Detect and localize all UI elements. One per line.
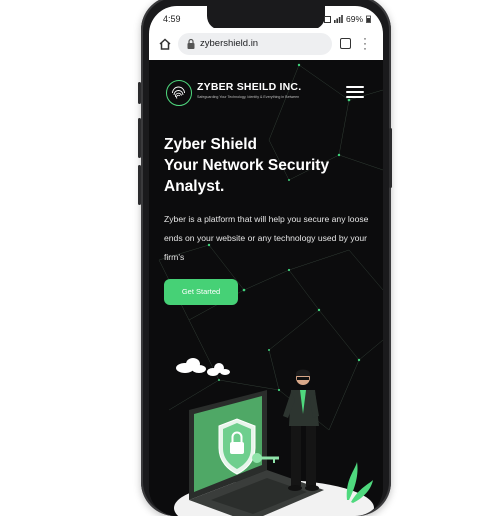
hamburger-menu-icon[interactable] [346,86,364,98]
browser-toolbar: zybershield.in · · · [149,28,383,61]
phone-power-button [389,128,392,188]
battery-level: 69% [345,14,363,24]
website-content: ZYBER SHEILD INC. Safeguarding Your Tech… [149,60,383,516]
phone-side-button [138,165,141,205]
cloud-icon [176,358,230,376]
home-icon[interactable] [158,37,172,51]
status-time: 4:59 [163,14,181,24]
camera-notch [207,6,325,30]
brand-tagline: Safeguarding Your Technology, Identity &… [197,95,300,99]
security-illustration [174,358,374,516]
brand-name: ZYBER SHEILD INC. [197,81,302,93]
hero-title-line: Zyber Shield [164,136,258,153]
hero-title: Zyber Shield Your Network Security Analy… [164,134,374,197]
status-bar: 4:59 69% [149,6,383,30]
phone-side-button [138,118,141,158]
hero-description: Zyber is a platform that will help you s… [164,214,369,262]
more-options-icon[interactable]: · · · [362,32,368,54]
address-bar[interactable]: zybershield.in [178,33,332,55]
hero-title-line: Your Network Security [164,157,330,174]
signal-icon [333,15,343,23]
lock-icon [187,38,195,49]
tabs-icon[interactable] [340,38,351,49]
notification-icon [323,15,331,23]
fingerprint-icon [172,86,185,99]
get-started-button[interactable]: Get Started [164,279,238,305]
url-text: zybershield.in [200,38,259,49]
security-agent-figure [283,369,319,491]
phone-side-button [138,82,141,104]
brand-logo[interactable] [166,80,192,106]
battery-icon [366,15,371,23]
phone-screen: 4:59 69% zybershield.in · · · ZYBER SHEI… [149,6,383,516]
status-icons: 69% [323,14,371,24]
hero-title-line: Analyst. [164,178,225,195]
